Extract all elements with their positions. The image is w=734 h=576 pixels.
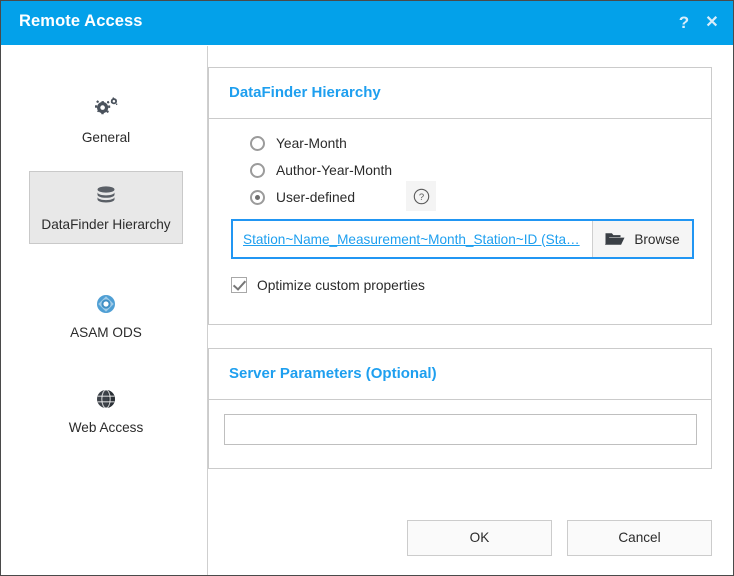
sidebar-item-label: DataFinder Hierarchy xyxy=(41,217,171,232)
remote-access-dialog: Remote Access ? ✕ General DataFinder Hie… xyxy=(0,0,734,576)
group-header: Server Parameters (Optional) xyxy=(209,349,711,400)
main-panel: DataFinder Hierarchy Year-Month Author-Y… xyxy=(208,45,733,575)
help-icon[interactable]: ? xyxy=(673,12,695,34)
server-parameters-input[interactable] xyxy=(224,414,697,445)
radio-year-month[interactable]: Year-Month xyxy=(250,132,347,154)
sidebar-item-label: General xyxy=(81,130,131,145)
radio-author-year-month[interactable]: Author-Year-Month xyxy=(250,159,392,181)
hierarchy-help-button[interactable]: ? xyxy=(406,181,436,211)
sidebar-item-label: ASAM ODS xyxy=(70,325,142,340)
checkbox-label: Optimize custom properties xyxy=(257,277,425,293)
hierarchy-path-input[interactable]: Station~Name_Measurement~Month_Station~I… xyxy=(233,221,592,257)
database-icon xyxy=(34,181,178,211)
title-bar: Remote Access ? ✕ xyxy=(1,1,733,45)
sidebar-item-asam-ods[interactable]: ASAM ODS xyxy=(29,279,183,352)
window-title: Remote Access xyxy=(19,12,143,30)
close-icon[interactable]: ✕ xyxy=(701,12,723,34)
sidebar-item-label: Web Access xyxy=(68,420,144,435)
browse-label: Browse xyxy=(634,231,680,247)
hierarchy-path-link[interactable]: Station~Name_Measurement~Month_Station~I… xyxy=(243,232,580,247)
radio-label: Year-Month xyxy=(276,135,347,151)
optimize-custom-properties-checkbox[interactable]: Optimize custom properties xyxy=(231,277,425,293)
radio-label: Author-Year-Month xyxy=(276,162,393,178)
radio-label: User-defined xyxy=(276,189,355,205)
checkbox-indicator xyxy=(231,277,247,293)
sidebar-item-datafinder-hierarchy[interactable]: DataFinder Hierarchy xyxy=(29,171,183,244)
ok-button[interactable]: OK xyxy=(407,520,552,556)
radio-indicator xyxy=(250,135,265,151)
group-title: DataFinder Hierarchy xyxy=(229,84,381,101)
asam-ods-icon xyxy=(34,289,178,319)
help-icon: ? xyxy=(413,188,429,204)
browse-button[interactable]: Browse xyxy=(592,221,692,257)
svg-text:?: ? xyxy=(418,192,423,203)
gears-icon xyxy=(34,94,178,124)
sidebar-item-web-access[interactable]: Web Access xyxy=(29,374,183,447)
cancel-button[interactable]: Cancel xyxy=(567,520,712,556)
group-header: DataFinder Hierarchy xyxy=(209,68,711,119)
sidebar-item-general[interactable]: General xyxy=(29,84,183,157)
globe-icon xyxy=(34,384,178,414)
folder-open-icon xyxy=(605,233,625,245)
sidebar: General DataFinder Hierarchy ASAM ODS We… xyxy=(2,45,208,575)
group-title: Server Parameters (Optional) xyxy=(229,365,437,382)
server-parameters-group: Server Parameters (Optional) xyxy=(208,348,712,469)
radio-indicator-selected xyxy=(250,189,265,205)
datafinder-hierarchy-group: DataFinder Hierarchy Year-Month Author-Y… xyxy=(208,67,712,325)
radio-indicator xyxy=(250,162,265,178)
hierarchy-path-field-wrapper: Station~Name_Measurement~Month_Station~I… xyxy=(231,219,694,259)
radio-user-defined[interactable]: User-defined xyxy=(250,186,355,208)
